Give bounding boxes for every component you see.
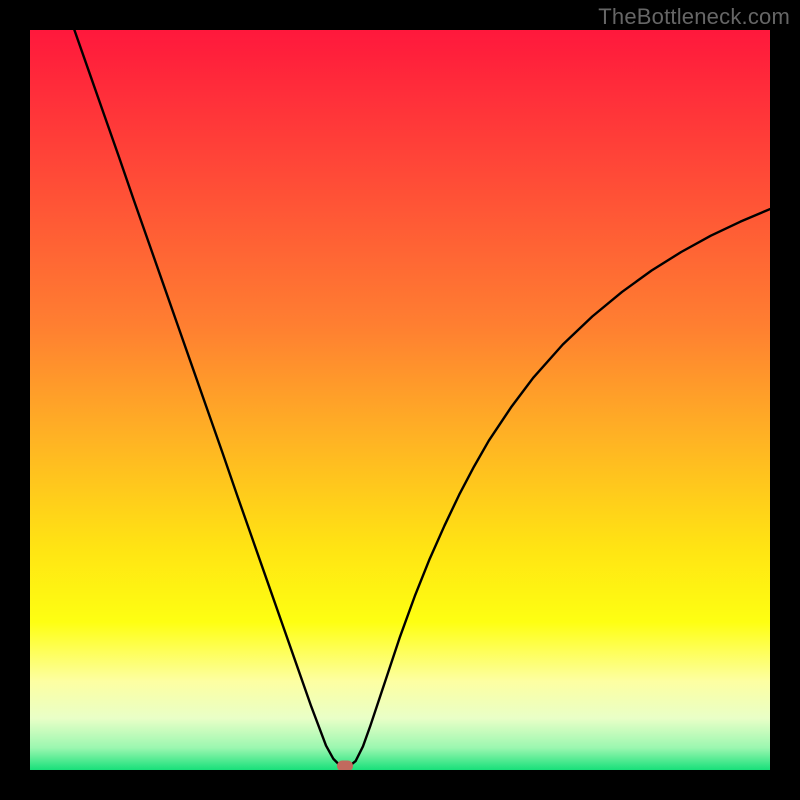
minimum-marker <box>337 761 353 770</box>
watermark-text: TheBottleneck.com <box>598 4 790 30</box>
plot-area <box>30 30 770 770</box>
bottleneck-curve <box>30 30 770 770</box>
chart-frame: TheBottleneck.com <box>0 0 800 800</box>
